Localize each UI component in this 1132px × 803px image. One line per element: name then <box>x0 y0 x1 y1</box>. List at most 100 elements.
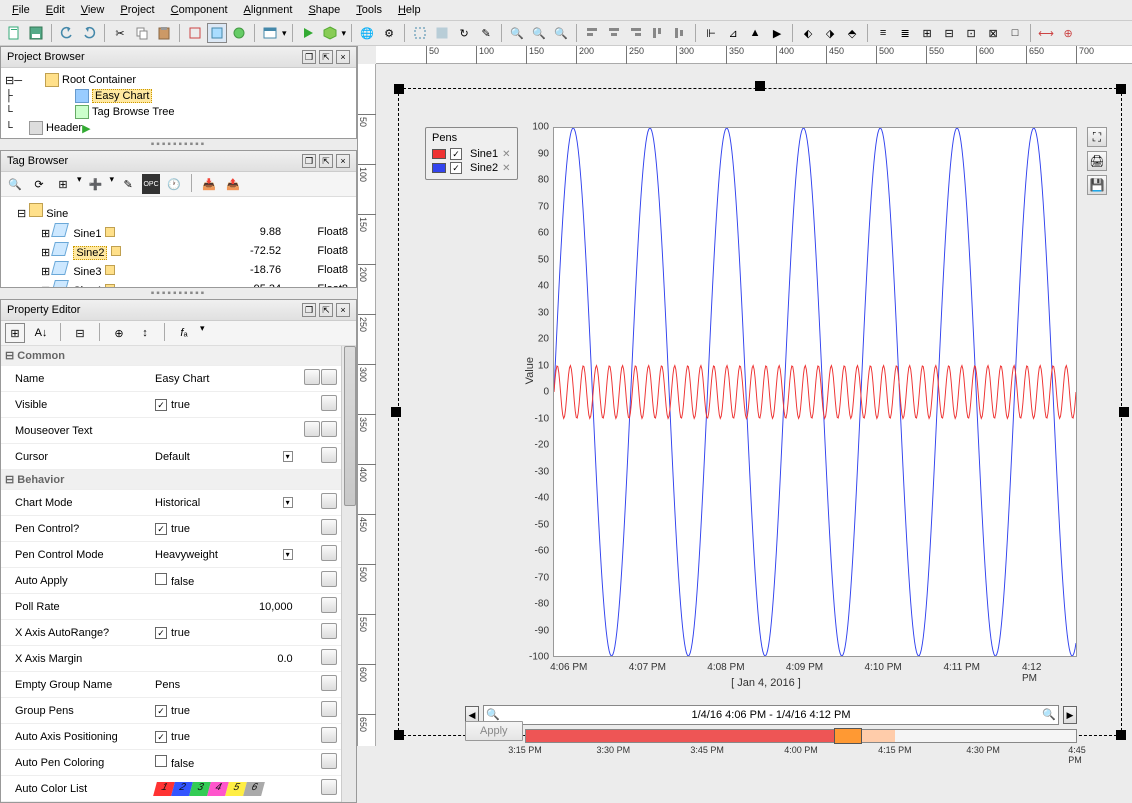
panel-restore-icon[interactable]: ❐ <box>302 154 316 168</box>
prop-visible-value[interactable]: ✓true <box>151 392 297 418</box>
rotate-icon[interactable]: ↻ <box>454 23 474 43</box>
gear-icon[interactable]: ⚙ <box>379 23 399 43</box>
package-icon[interactable] <box>320 23 340 43</box>
zoomin-icon[interactable]: 🔍 <box>1042 708 1056 722</box>
bind-icon[interactable] <box>321 779 337 795</box>
overview-handle[interactable] <box>834 728 862 744</box>
property-scrollbar[interactable] <box>341 346 356 802</box>
bind-icon[interactable] <box>321 447 337 463</box>
menu-file[interactable]: FFileile <box>4 2 38 18</box>
prop-xmargin-value[interactable]: 0.0 <box>151 646 297 672</box>
pen-remove-sine1[interactable]: ✕ <box>502 149 510 160</box>
tag-browser-tree[interactable]: ⊟ Sine ⊞ Sine1 9.88Float8 ⊞ Sine2 -72.52… <box>1 197 356 287</box>
resize-handle[interactable]: ▪▪▪▪▪▪▪▪▪▪ <box>0 139 357 150</box>
bind-icon[interactable] <box>321 369 337 385</box>
prop-filter1-icon[interactable]: ⊕ <box>109 323 129 343</box>
bind-icon[interactable] <box>321 727 337 743</box>
align4-icon[interactable] <box>648 23 668 43</box>
zoomout-icon[interactable]: 🔍 <box>529 23 549 43</box>
new-icon[interactable] <box>4 23 24 43</box>
menu-shape[interactable]: Shape <box>300 2 348 18</box>
align1-icon[interactable] <box>582 23 602 43</box>
prop-mouseover-value[interactable] <box>151 418 297 444</box>
chart-print-icon[interactable]: 🖨 <box>1087 151 1107 171</box>
stack1-icon[interactable]: ≡ <box>873 23 893 43</box>
spacer2-icon[interactable]: ⊕ <box>1058 23 1078 43</box>
menu-help[interactable]: Help <box>390 2 429 18</box>
resize-handle-se[interactable] <box>1116 730 1126 740</box>
paste-icon[interactable] <box>154 23 174 43</box>
apply-button[interactable]: Apply <box>465 721 523 741</box>
globe-icon[interactable]: 🌐 <box>357 23 377 43</box>
menu-component[interactable]: Component <box>163 2 236 18</box>
resize-handle[interactable]: ▪▪▪▪▪▪▪▪▪▪ <box>0 288 357 299</box>
bind-icon[interactable] <box>321 519 337 535</box>
redo-icon[interactable] <box>79 23 99 43</box>
zoomfit-icon[interactable]: 🔍 <box>551 23 571 43</box>
prop-pencontrol-value[interactable]: ✓true <box>151 516 297 542</box>
prop-grouppens-value[interactable]: ✓true <box>151 698 297 724</box>
bind-icon[interactable] <box>321 597 337 613</box>
tag-add-icon[interactable]: ➕ <box>86 174 106 194</box>
dist3-icon[interactable]: ▲ <box>745 23 765 43</box>
edit-icon[interactable] <box>304 369 320 385</box>
bind-icon[interactable] <box>321 753 337 769</box>
dist4-icon[interactable]: ▶ <box>767 23 787 43</box>
undo-icon[interactable] <box>57 23 77 43</box>
tag-import-icon[interactable]: 📥 <box>199 174 219 194</box>
tag-search-icon[interactable]: 🔍 <box>5 174 25 194</box>
selection-box[interactable]: ↔ ↔ ↕ ↕ Pens ✓ Sine1 ✕ <box>398 88 1122 736</box>
bind-icon[interactable] <box>321 493 337 509</box>
zoomout-icon[interactable]: 🔍 <box>486 708 500 722</box>
tree-item-header[interactable]: Header <box>46 122 82 134</box>
prop-xautorange-value[interactable]: ✓true <box>151 620 297 646</box>
plot-area[interactable] <box>553 127 1077 657</box>
prop-colorlist-value[interactable]: 123456 <box>151 776 297 802</box>
play-icon[interactable] <box>298 23 318 43</box>
tag-edit-icon[interactable]: ✎ <box>118 174 138 194</box>
tool1-icon[interactable] <box>185 23 205 43</box>
stack7-icon[interactable]: □ <box>1005 23 1025 43</box>
tree-item-easychart[interactable]: Easy Chart <box>92 89 152 103</box>
resize-handle-nw[interactable] <box>394 84 404 94</box>
pencil-icon[interactable]: ✎ <box>476 23 496 43</box>
align5-icon[interactable] <box>670 23 690 43</box>
flip1-icon[interactable]: ⬖ <box>798 23 818 43</box>
nav-range-display[interactable]: 🔍 1/4/16 4:06 PM - 1/4/16 4:12 PM 🔍 <box>483 705 1059 725</box>
nav-next-icon[interactable]: ▶ <box>1063 706 1077 724</box>
prop-name-value[interactable]: Easy Chart <box>151 366 297 392</box>
prop-filter2-icon[interactable]: ↕ <box>135 323 155 343</box>
stack2-icon[interactable]: ≣ <box>895 23 915 43</box>
bind-icon[interactable] <box>321 649 337 665</box>
prop-font-icon[interactable]: fₐ <box>174 323 194 343</box>
prop-chartmode-value[interactable]: Historical ▾ <box>151 490 297 516</box>
panel-close-icon[interactable]: × <box>336 154 350 168</box>
prop-penmode-value[interactable]: Heavyweight ▾ <box>151 542 297 568</box>
marquee-icon[interactable] <box>432 23 452 43</box>
chart-save-icon[interactable]: 💾 <box>1087 175 1107 195</box>
prop-autoaxis-value[interactable]: ✓true <box>151 724 297 750</box>
menu-alignment[interactable]: Alignment <box>236 2 301 18</box>
panel-restore-icon[interactable]: ❐ <box>302 303 316 317</box>
pen-checkbox-sine2[interactable]: ✓ <box>450 162 462 174</box>
stack5-icon[interactable]: ⊡ <box>961 23 981 43</box>
stack6-icon[interactable]: ⊠ <box>983 23 1003 43</box>
prop-emptygroup-value[interactable]: Pens <box>151 672 297 698</box>
zoomin-icon[interactable]: 🔍 <box>507 23 527 43</box>
window-icon[interactable] <box>260 23 280 43</box>
prop-autopen-value[interactable]: false <box>151 750 297 776</box>
tag-clock-icon[interactable]: 🕐 <box>164 174 184 194</box>
panel-pin-icon[interactable]: ⇱ <box>319 303 333 317</box>
prop-expand-icon[interactable]: ⊟ <box>70 323 90 343</box>
tag-opc-icon[interactable]: OPC <box>142 174 160 194</box>
chart-overview[interactable] <box>525 729 1077 743</box>
select-icon[interactable] <box>410 23 430 43</box>
easy-chart-component[interactable]: Pens ✓ Sine1 ✕ ✓ Sine2 ✕ <box>425 117 1107 721</box>
bind-icon[interactable] <box>321 701 337 717</box>
bind-icon[interactable] <box>321 395 337 411</box>
tag-sine1[interactable]: Sine1 <box>73 228 101 240</box>
panel-pin-icon[interactable]: ⇱ <box>319 154 333 168</box>
save-icon[interactable] <box>26 23 46 43</box>
align2-icon[interactable] <box>604 23 624 43</box>
cut-icon[interactable]: ✂ <box>110 23 130 43</box>
